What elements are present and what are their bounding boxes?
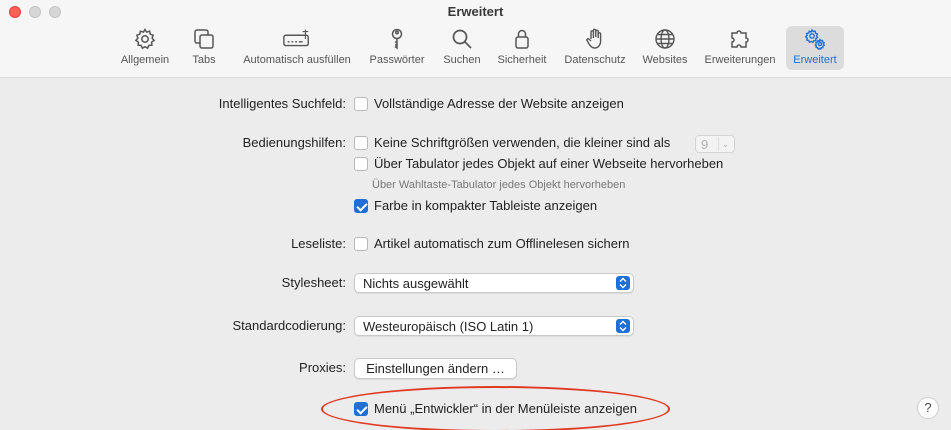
reading-list-label: Leseliste: — [291, 236, 346, 251]
accessibility-row: Bedienungshilfen: Keine Schriftgrößen ve… — [0, 133, 951, 153]
preferences-toolbar: Allgemein Tabs Automatisch ausfüllen Pas… — [0, 26, 951, 72]
stylesheet-label: Stylesheet: — [281, 275, 346, 290]
tab-suchen[interactable]: Suchen — [440, 26, 484, 70]
help-button[interactable]: ? — [917, 397, 939, 419]
tab-websites[interactable]: Websites — [638, 26, 692, 70]
encoding-label: Standardcodierung: — [232, 318, 346, 333]
tab-label: Websites — [642, 54, 688, 66]
tab-label: Suchen — [443, 54, 481, 66]
compact-tab-color-option[interactable]: Farbe in kompakter Tableiste anzeigen — [374, 198, 597, 213]
tab-sicherheit[interactable]: Sicherheit — [494, 26, 550, 70]
autofill-icon — [281, 26, 313, 52]
tab-label: Erweitert — [793, 54, 837, 66]
hand-icon — [582, 26, 608, 52]
min-font-size-option[interactable]: Keine Schriftgrößen verwenden, die klein… — [374, 135, 670, 150]
tab-label: Tabs — [192, 54, 216, 66]
tab-label: Datenschutz — [564, 54, 626, 66]
tab-label: Allgemein — [120, 54, 170, 66]
gears-icon — [802, 26, 828, 52]
offline-reading-checkbox[interactable] — [354, 237, 368, 251]
chevron-down-icon: ⌄ — [718, 137, 732, 151]
tab-label: Automatisch ausfüllen — [243, 54, 351, 66]
change-settings-button[interactable]: Einstellungen ändern … — [354, 358, 517, 379]
smart-search-label: Intelligentes Suchfeld: — [218, 96, 346, 111]
min-font-size-checkbox[interactable] — [354, 136, 368, 150]
globe-icon — [652, 26, 678, 52]
lock-icon — [509, 26, 535, 52]
advanced-settings-pane: Intelligentes Suchfeld: Vollständige Adr… — [0, 79, 951, 430]
accessibility-label: Bedienungshilfen: — [242, 135, 346, 150]
encoding-value: Westeuropäisch (ISO Latin 1) — [363, 319, 534, 334]
full-address-option[interactable]: Vollständige Adresse der Website anzeige… — [374, 96, 624, 111]
tab-highlight-hint: Über Wahltaste-Tabulator jedes Objekt he… — [372, 179, 626, 191]
tab-automatisch-ausfuellen[interactable]: Automatisch ausfüllen — [236, 26, 358, 70]
tab-highlight-option[interactable]: Über Tabulator jedes Objekt auf einer We… — [374, 156, 723, 171]
proxies-label: Proxies: — [299, 360, 346, 375]
stylesheet-popup[interactable]: Nichts ausgewählt — [354, 273, 634, 293]
tab-tabs[interactable]: Tabs — [186, 26, 222, 70]
encoding-row: Standardcodierung: Westeuropäisch (ISO L… — [0, 316, 951, 336]
tab-highlight-checkbox[interactable] — [354, 157, 368, 171]
stylesheet-value: Nichts ausgewählt — [363, 276, 469, 291]
tab-highlight-row: Über Tabulator jedes Objekt auf einer We… — [0, 154, 951, 174]
full-address-checkbox[interactable] — [354, 97, 368, 111]
tab-passwoerter[interactable]: Passwörter — [366, 26, 428, 70]
highlight-annotation-ellipse — [321, 386, 670, 430]
updown-chevron-icon — [616, 319, 630, 333]
title-bar: Erweitert Allgemein Tabs Automatisch aus… — [0, 0, 951, 78]
tab-erweitert[interactable]: Erweitert — [786, 26, 844, 70]
tab-hint-row: Über Wahltaste-Tabulator jedes Objekt he… — [0, 176, 951, 196]
search-icon — [449, 26, 475, 52]
offline-reading-option[interactable]: Artikel automatisch zum Offlinelesen sic… — [374, 236, 630, 251]
min-font-size-select[interactable]: 9 ⌄ — [695, 135, 735, 153]
reading-list-row: Leseliste: Artikel automatisch zum Offli… — [0, 234, 951, 254]
tabs-icon — [191, 26, 217, 52]
tab-erweiterungen[interactable]: Erweiterungen — [700, 26, 780, 70]
key-icon — [384, 26, 410, 52]
updown-chevron-icon — [616, 276, 630, 290]
tab-datenschutz[interactable]: Datenschutz — [560, 26, 630, 70]
stylesheet-row: Stylesheet: Nichts ausgewählt — [0, 273, 951, 293]
tab-label: Passwörter — [369, 54, 425, 66]
tab-allgemein[interactable]: Allgemein — [116, 26, 174, 70]
min-font-size-value: 9 — [701, 137, 709, 152]
compact-tab-color-checkbox[interactable] — [354, 199, 368, 213]
gear-icon — [132, 26, 158, 52]
compact-tab-color-row: Farbe in kompakter Tableiste anzeigen — [0, 196, 951, 216]
tab-label: Sicherheit — [497, 54, 547, 66]
smart-search-row: Intelligentes Suchfeld: Vollständige Adr… — [0, 94, 951, 114]
puzzle-icon — [727, 26, 753, 52]
tab-label: Erweiterungen — [704, 54, 776, 66]
encoding-popup[interactable]: Westeuropäisch (ISO Latin 1) — [354, 316, 634, 336]
window-title: Erweitert — [447, 4, 504, 19]
